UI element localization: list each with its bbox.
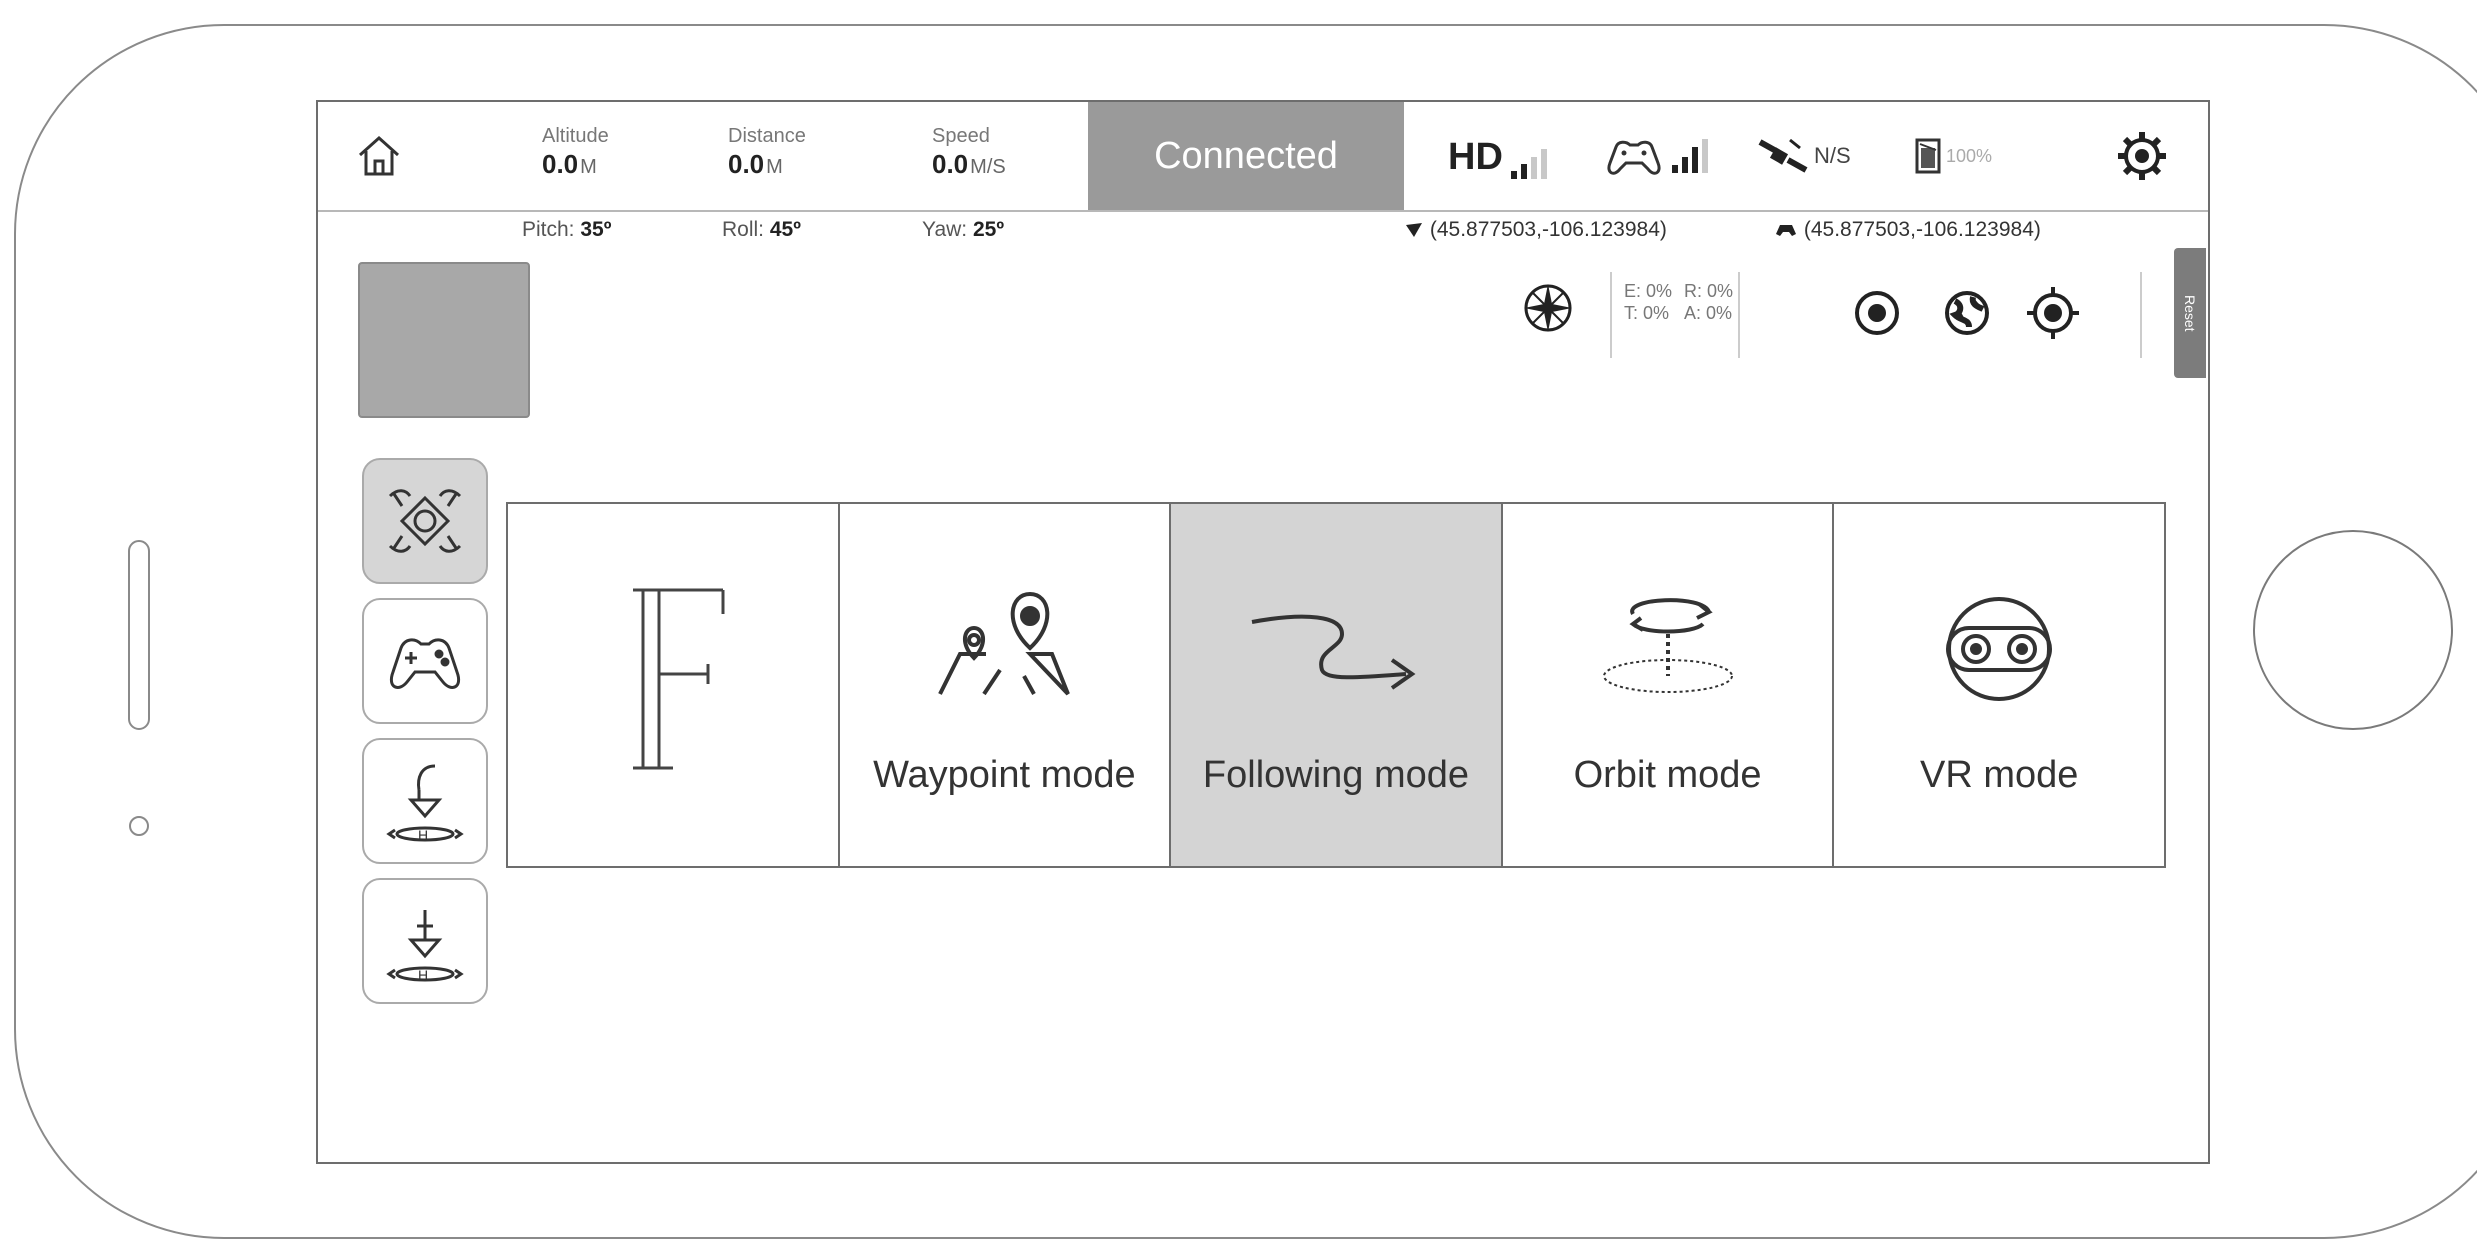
gps-label: N/S (1814, 143, 1851, 168)
compass-icon[interactable] (1518, 278, 1578, 338)
gps-status: N/S (1758, 102, 1851, 210)
gamepad-icon (390, 638, 460, 689)
mode-label: Orbit mode (1573, 754, 1762, 796)
phone-side-dot (129, 816, 149, 836)
hd-signal-icon (1510, 149, 1547, 179)
landing-tool-button[interactable]: H (362, 878, 488, 1004)
altitude-label: Altitude (542, 125, 609, 147)
altitude-value: 0.0 (542, 149, 579, 179)
takeoff-icon: H (386, 764, 464, 843)
mode-card-orbit[interactable]: Orbit mode (1503, 504, 1835, 866)
drone-coordinates-text: (45.877503,-106.123984) (1429, 218, 1667, 241)
hd-signal: HD (1448, 136, 1547, 179)
landing-icon: H (386, 910, 464, 983)
globe-icon[interactable] (1932, 278, 2002, 348)
home-icon[interactable] (356, 102, 402, 210)
settings-icon[interactable] (2114, 102, 2170, 210)
roll-label: Roll: (722, 218, 765, 241)
altitude-unit: M (580, 156, 597, 178)
sensor-a: A: 0% (1684, 303, 1733, 323)
controller-coordinates-text: (45.877503,-106.123984) (1803, 218, 2041, 241)
sensor-t: T: 0% (1624, 303, 1670, 323)
mode-card-following[interactable]: Following mode (1171, 504, 1503, 866)
yaw-value: 25º (972, 218, 1005, 241)
orbit-icon (1602, 598, 1733, 693)
yaw-label: Yaw: (922, 218, 968, 241)
controller-location-icon (1776, 225, 1796, 237)
mode-card-f[interactable] (508, 504, 840, 866)
svg-text:H: H (418, 827, 428, 843)
top-status-bar: Altitude 0.0 M Distance 0.0 M Speed 0.0 M/S… (318, 102, 2208, 212)
speed-value: 0.0 (932, 149, 969, 179)
gamepad-tool-button[interactable] (362, 598, 488, 724)
controller-signal (1602, 102, 1712, 210)
distance-unit: M (766, 156, 783, 178)
mode-selector: Waypoint mode Following mode Orbit mode … (506, 502, 2166, 868)
camera-preview-thumbnail[interactable] (358, 262, 530, 418)
drone-tool-button[interactable] (362, 458, 488, 584)
record-icon[interactable] (1842, 278, 1912, 348)
battery-icon (1915, 138, 1941, 174)
sensor-panel: E: 0% R: 0% T: 0% A: 0% (1610, 272, 1740, 358)
controller-coordinates: (45.877503,-106.123984) (1774, 218, 2041, 242)
sensor-e: E: 0% (1624, 281, 1673, 301)
distance-value: 0.0 (728, 149, 765, 179)
satellite-icon (1758, 138, 1808, 173)
side-tab[interactable]: Reset (2174, 248, 2206, 378)
speed-label: Speed (932, 125, 990, 147)
takeoff-tool-button[interactable]: H (362, 738, 488, 864)
mode-label: VR mode (1919, 754, 2079, 796)
telemetry-row: Pitch: 35º Roll: 45º Yaw: 25º (45.877503… (318, 214, 2208, 248)
pitch-readout: Pitch: 35º (522, 218, 611, 242)
app-screen: Altitude 0.0 M Distance 0.0 M Speed 0.0 M/S… (316, 100, 2210, 1164)
controller-signal-icon (1607, 139, 1708, 175)
yaw-readout: Yaw: 25º (922, 218, 1004, 242)
phone-side-slot (128, 540, 150, 730)
pitch-label: Pitch: (522, 218, 575, 241)
mode-label: Following mode (1202, 754, 1470, 796)
drone-icon (388, 489, 462, 553)
mode-card-waypoint[interactable]: Waypoint mode (840, 504, 1172, 866)
battery-label: 100% (1946, 145, 1993, 166)
phone-home-button[interactable] (2253, 530, 2453, 730)
speed-stat: Speed 0.0 M/S (932, 124, 1006, 180)
altitude-stat: Altitude 0.0 M (542, 124, 609, 180)
mode-card-vr[interactable]: VR mode (1834, 504, 2164, 866)
svg-text:H: H (418, 967, 428, 983)
map-pin-icon (938, 591, 1071, 696)
hd-label: HD (1448, 136, 1503, 178)
follow-arrow-icon (1251, 614, 1416, 690)
mode-label: Waypoint mode (873, 754, 1136, 796)
drone-coordinates: (45.877503,-106.123984) (1404, 218, 1667, 242)
target-icon[interactable] (2018, 278, 2088, 348)
panel-divider (2140, 272, 2142, 358)
distance-stat: Distance 0.0 M (728, 124, 806, 180)
f-logo-icon (632, 588, 725, 770)
roll-value: 45º (769, 218, 801, 241)
vr-headset-icon (1946, 597, 2053, 701)
battery-status: 100% (1914, 102, 1992, 210)
sensor-r: R: 0% (1684, 281, 1734, 301)
distance-label: Distance (728, 125, 806, 147)
connection-status: Connected (1088, 102, 1404, 210)
speed-unit: M/S (970, 156, 1006, 178)
pitch-value: 35º (580, 218, 612, 241)
drone-location-icon (1406, 223, 1422, 238)
roll-readout: Roll: 45º (722, 218, 801, 242)
